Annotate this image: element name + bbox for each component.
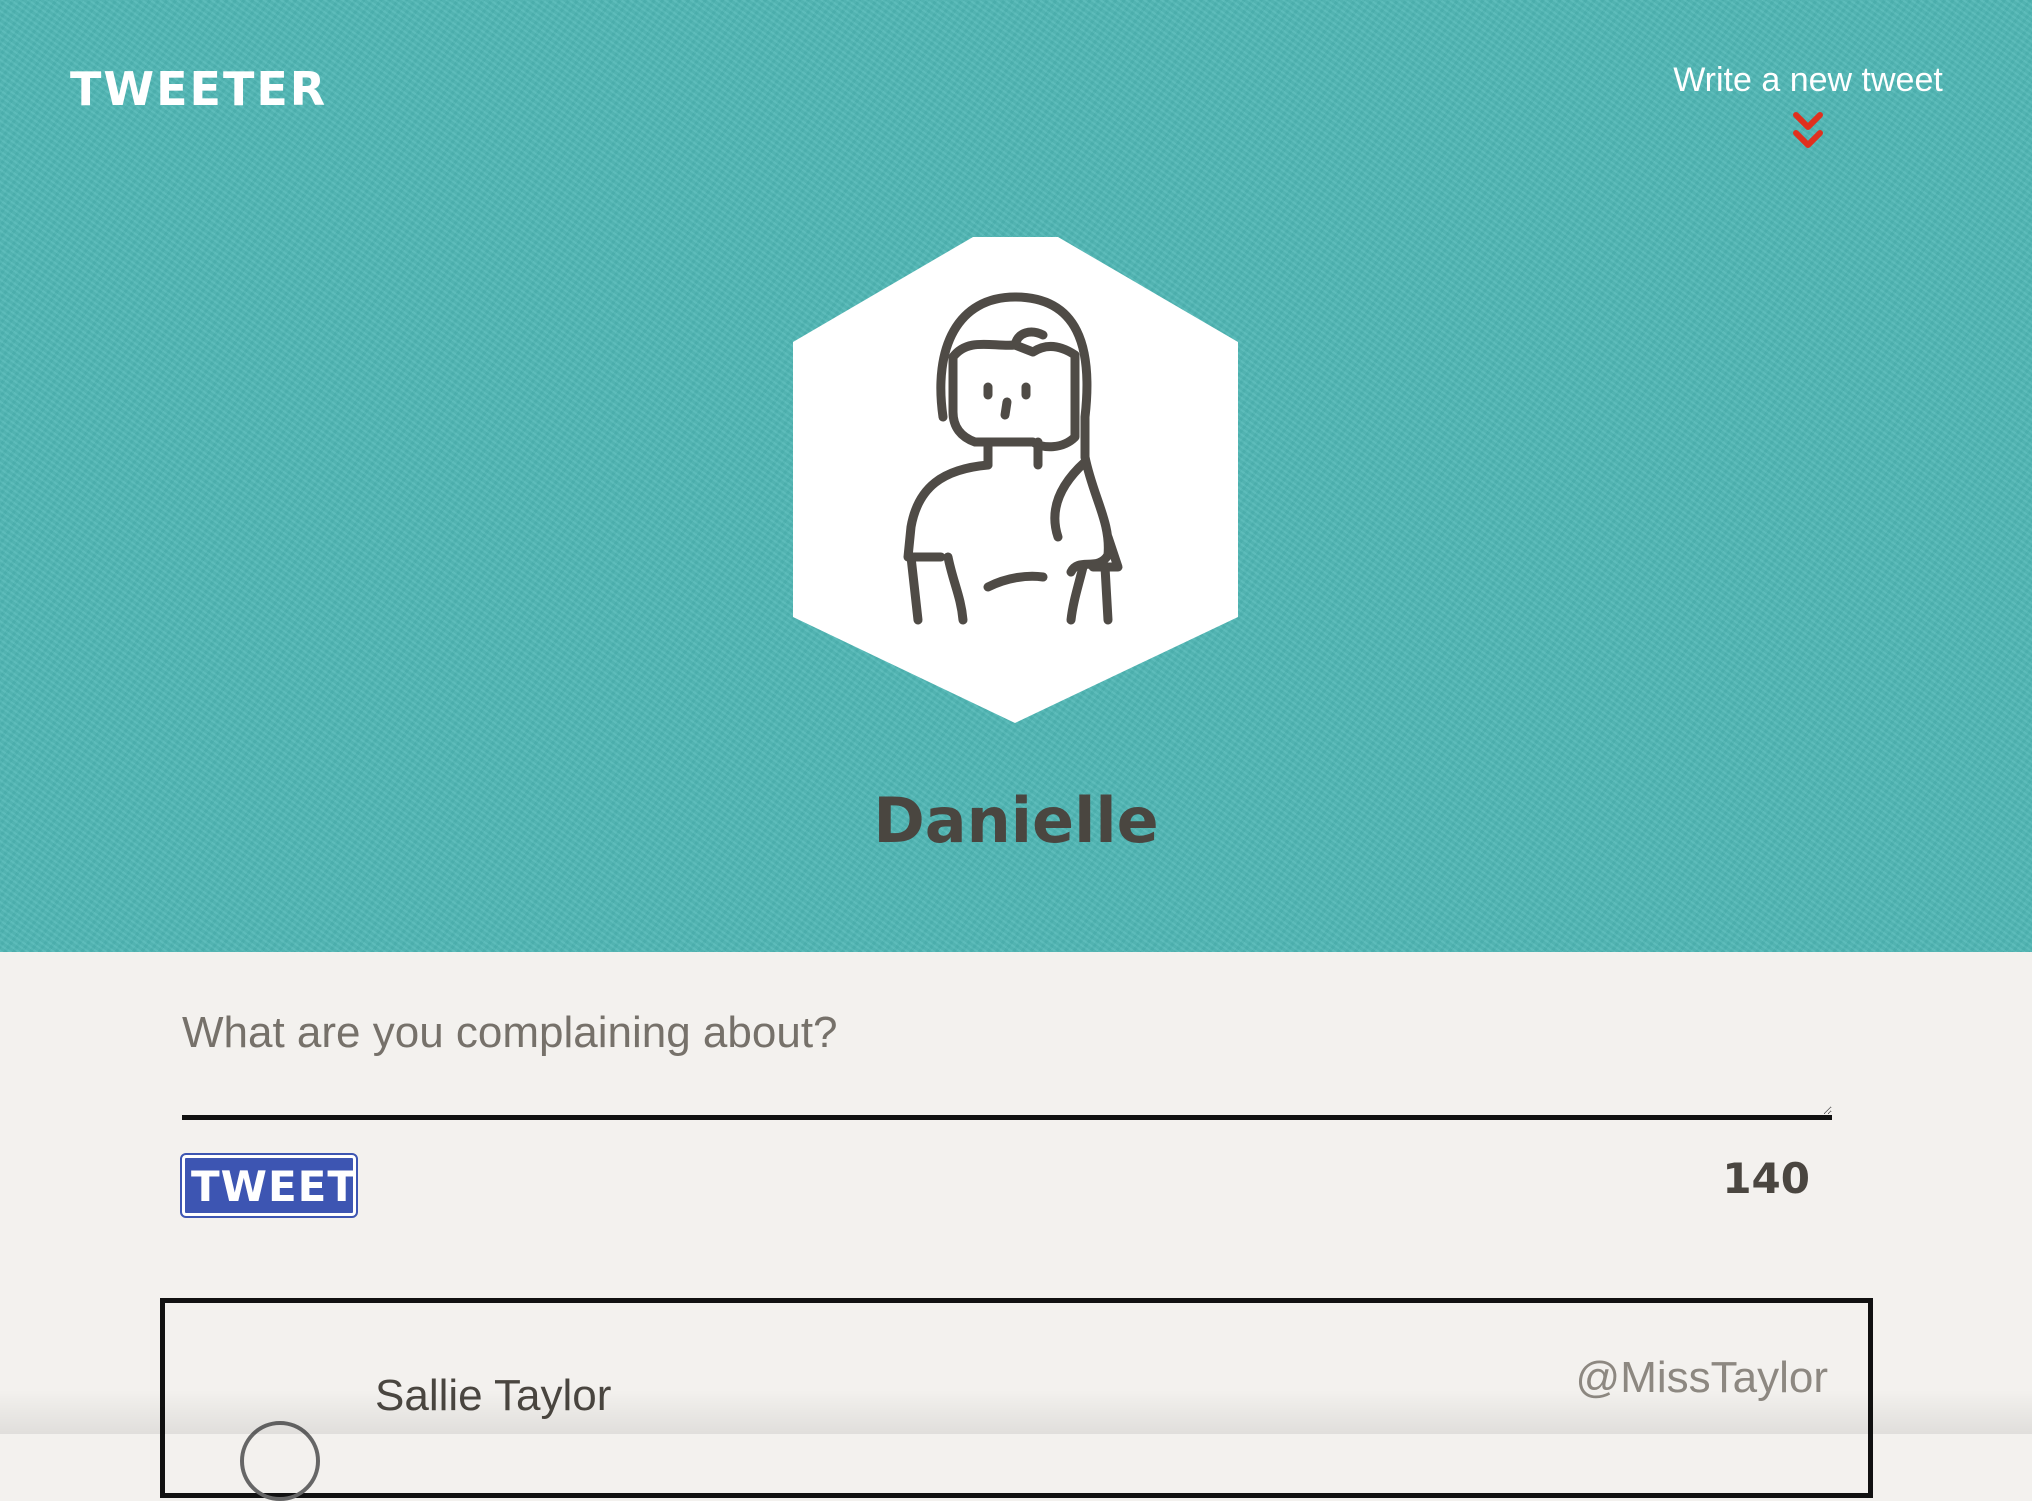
double-chevron-down-icon[interactable] bbox=[1790, 111, 1826, 153]
write-new-tweet-toggle[interactable]: Write a new tweet bbox=[1673, 60, 1943, 153]
tweet-author-name: Sallie Taylor bbox=[375, 1371, 612, 1420]
tweet-author-handle: @MissTaylor bbox=[1575, 1353, 1828, 1402]
profile-header: TWEETER Write a new tweet Danielle bbox=[0, 0, 2032, 952]
avatar-hexagon bbox=[793, 237, 1238, 723]
tweet-composer: TWEET 140 bbox=[180, 990, 1832, 1218]
character-counter: 140 bbox=[1722, 1154, 1810, 1203]
profile-name: Danielle bbox=[873, 784, 1159, 857]
tweet-input[interactable] bbox=[182, 990, 1832, 1120]
tweet-button[interactable]: TWEET bbox=[180, 1153, 358, 1218]
woman-avatar-icon bbox=[793, 237, 1238, 723]
tweet-author-avatar bbox=[240, 1421, 320, 1501]
app-logo[interactable]: TWEETER bbox=[70, 66, 327, 112]
write-new-tweet-label[interactable]: Write a new tweet bbox=[1673, 60, 1943, 101]
tweet-card: Sallie Taylor @MissTaylor bbox=[160, 1298, 1873, 1501]
